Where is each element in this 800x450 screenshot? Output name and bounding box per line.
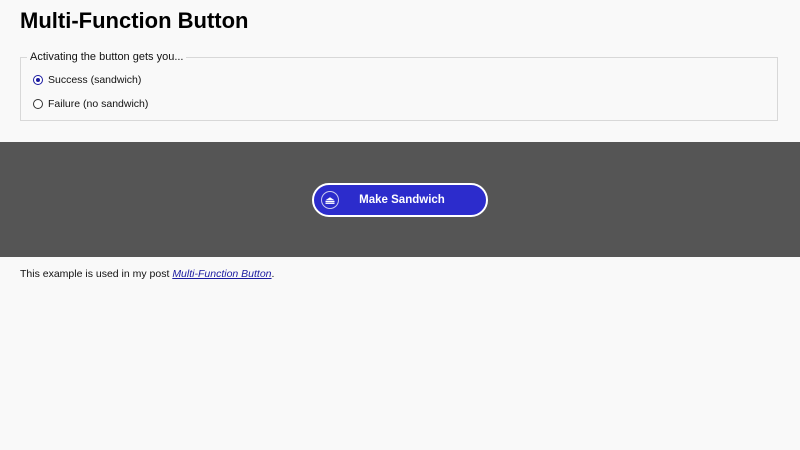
button-band: Make Sandwich bbox=[0, 142, 800, 257]
footer-suffix: . bbox=[271, 268, 275, 280]
page: Multi-Function Button Activating the but… bbox=[0, 0, 800, 450]
radio-success[interactable] bbox=[33, 75, 43, 85]
page-title: Multi-Function Button bbox=[20, 8, 249, 33]
fieldset-legend: Activating the button gets you... bbox=[27, 50, 187, 64]
footer-prefix: This example is used in my post bbox=[20, 268, 173, 280]
radio-failure[interactable] bbox=[33, 99, 43, 109]
make-sandwich-label: Make Sandwich bbox=[359, 194, 445, 206]
option-failure-label: Failure (no sandwich) bbox=[48, 98, 149, 110]
post-link[interactable]: Multi-Function Button bbox=[172, 268, 271, 280]
make-sandwich-button[interactable]: Make Sandwich bbox=[312, 183, 488, 217]
option-success[interactable]: Success (sandwich) bbox=[33, 72, 141, 88]
option-failure[interactable]: Failure (no sandwich) bbox=[33, 96, 148, 112]
footer-note: This example is used in my post Multi-Fu… bbox=[20, 267, 274, 281]
option-success-label: Success (sandwich) bbox=[48, 74, 142, 86]
options-fieldset: Activating the button gets you... Succes… bbox=[20, 50, 778, 121]
